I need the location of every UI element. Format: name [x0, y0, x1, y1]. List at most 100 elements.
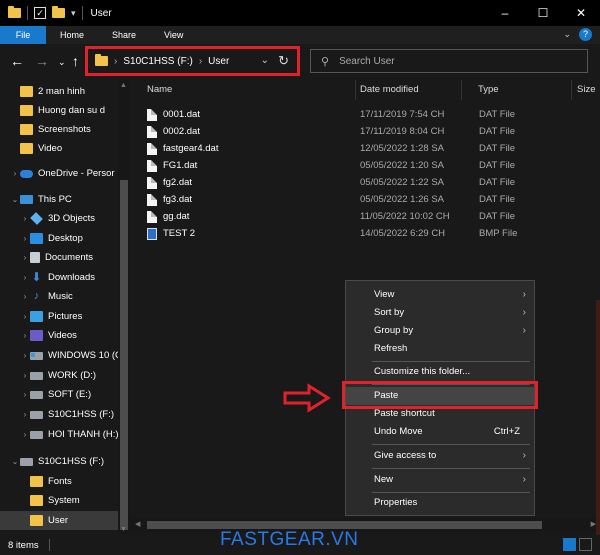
file-row[interactable]: TEST 2 14/05/2022 6:29 CH BMP File — [147, 225, 587, 242]
file-row[interactable]: gg.dat 11/05/2022 10:02 CH DAT File — [147, 208, 587, 225]
file-name: gg.dat — [163, 211, 190, 222]
expand-chevron-icon[interactable]: › — [20, 371, 30, 380]
sidebar-item-3d-objects[interactable]: › 3D Objects — [0, 209, 118, 228]
search-input[interactable] — [339, 55, 540, 67]
sidebar-item-this-pc[interactable]: ⌄ This PC — [0, 190, 118, 209]
column-header-name[interactable]: Name — [131, 80, 356, 100]
search-box[interactable]: ⚲ — [310, 49, 588, 73]
expand-chevron-icon[interactable]: › — [20, 214, 30, 223]
help-icon[interactable]: ? — [579, 28, 592, 41]
address-bar[interactable]: › S10C1HSS (F:) › User ⌄ ↻ — [85, 46, 300, 76]
sidebar-item-windows-c[interactable]: › WINDOWS 10 (C — [0, 346, 118, 365]
back-arrow-icon[interactable]: ← — [10, 53, 24, 69]
collapse-chevron-icon[interactable]: ⌄ — [10, 457, 20, 466]
menu-item-new[interactable]: New › — [346, 471, 534, 489]
sidebar-item-system[interactable]: System — [0, 491, 118, 510]
menu-item-customize-folder[interactable]: Customize this folder... — [346, 363, 534, 381]
details-view-icon[interactable] — [563, 538, 576, 551]
close-button[interactable]: ✕ — [562, 0, 600, 26]
menu-item-give-access[interactable]: Give access to › — [346, 447, 534, 465]
sidebar-item-pictures[interactable]: › Pictures — [0, 307, 118, 326]
sidebar-item-desktop[interactable]: › Desktop — [0, 229, 118, 248]
breadcrumb-separator-icon[interactable]: › — [114, 56, 117, 67]
expand-chevron-icon[interactable]: › — [20, 430, 30, 439]
file-icon — [147, 108, 157, 121]
expand-chevron-icon[interactable]: › — [20, 253, 30, 262]
forward-arrow-icon[interactable]: → — [35, 53, 49, 69]
sidebar-item-work-d[interactable]: › WORK (D:) — [0, 366, 118, 385]
breadcrumb-separator-icon[interactable]: › — [199, 56, 202, 67]
maximize-button[interactable]: ☐ — [524, 0, 562, 26]
sidebar-item-video[interactable]: Video — [0, 139, 118, 158]
file-row[interactable]: fg2.dat 05/05/2022 1:22 SA DAT File — [147, 174, 587, 191]
sidebar-item-onedrive[interactable]: › OneDrive - Persor — [0, 164, 118, 183]
scrollbar-thumb[interactable] — [120, 180, 128, 530]
tab-view[interactable]: View — [150, 26, 197, 44]
scroll-left-icon[interactable]: ◀ — [135, 520, 140, 528]
properties-check-icon[interactable]: ✓ — [34, 7, 46, 19]
column-header-date[interactable]: Date modified — [344, 80, 462, 100]
sidebar-item-hoi-thanh-h[interactable]: › HOI THANH (H:) — [0, 425, 118, 444]
large-icons-view-icon[interactable] — [579, 538, 592, 551]
scroll-up-icon[interactable]: ▲ — [120, 82, 127, 89]
sidebar-scrollbar[interactable]: ▲ ▼ — [118, 80, 130, 535]
sidebar-item-videos[interactable]: › Videos — [0, 326, 118, 345]
tab-share[interactable]: Share — [98, 26, 150, 44]
file-row[interactable]: 0002.dat 17/11/2019 8:04 CH DAT File — [147, 123, 587, 140]
sidebar-item-label: Videos — [48, 330, 77, 341]
sidebar-item-screenshots[interactable]: Screenshots — [0, 120, 118, 139]
file-type: DAT File — [479, 109, 516, 120]
submenu-arrow-icon: › — [522, 450, 526, 461]
menu-item-undo-move[interactable]: Undo Move Ctrl+Z — [346, 423, 534, 441]
tab-home[interactable]: Home — [46, 26, 98, 44]
menu-item-view[interactable]: View › — [346, 286, 534, 304]
file-row[interactable]: fastgear4.dat 12/05/2022 1:28 SA DAT Fil… — [147, 140, 587, 157]
minimize-button[interactable]: – — [486, 0, 524, 26]
quick-access-dropdown-icon[interactable]: ▾ — [71, 8, 76, 19]
expand-chevron-icon[interactable]: › — [20, 390, 30, 399]
expand-ribbon-icon[interactable]: ⌄ — [563, 29, 571, 40]
sidebar-item-documents[interactable]: › Documents — [0, 248, 118, 267]
column-header-size[interactable]: Size — [561, 80, 600, 100]
breadcrumb-drive[interactable]: S10C1HSS (F:) — [123, 56, 192, 67]
expand-chevron-icon[interactable]: › — [20, 292, 30, 301]
column-header-type[interactable]: Type — [462, 80, 572, 100]
new-folder-icon[interactable] — [52, 6, 65, 18]
expand-chevron-icon[interactable]: › — [20, 312, 30, 321]
expand-chevron-icon[interactable]: › — [20, 351, 30, 360]
sidebar-item-soft-e[interactable]: › SOFT (E:) — [0, 385, 118, 404]
recent-locations-icon[interactable]: ⌄ — [58, 57, 66, 68]
sidebar-item-s10c1hss-root[interactable]: ⌄ S10C1HSS (F:) — [0, 452, 118, 471]
sidebar-item-s10c1hss-f[interactable]: › S10C1HSS (F:) — [0, 405, 118, 424]
menu-item-refresh[interactable]: Refresh — [346, 340, 534, 358]
file-row[interactable]: FG1.dat 05/05/2022 1:20 SA DAT File — [147, 157, 587, 174]
tab-file[interactable]: File — [0, 26, 46, 44]
sidebar-item-music[interactable]: › ♪ Music — [0, 287, 118, 306]
expand-chevron-icon[interactable]: › — [20, 410, 30, 419]
breadcrumb-folder[interactable]: User — [208, 56, 229, 67]
menu-item-label: New — [374, 474, 394, 485]
address-dropdown-icon[interactable]: ⌄ — [261, 55, 269, 66]
file-row[interactable]: 0001.dat 17/11/2019 7:54 CH DAT File — [147, 106, 587, 123]
expand-chevron-icon[interactable]: › — [20, 331, 30, 340]
sidebar-item-label: User — [48, 515, 69, 526]
menu-item-group-by[interactable]: Group by › — [346, 322, 534, 340]
sidebar-item-huong-dan[interactable]: Huong dan su d — [0, 101, 118, 120]
menu-item-properties[interactable]: Properties — [346, 494, 534, 512]
collapse-chevron-icon[interactable]: ⌄ — [10, 195, 20, 204]
scroll-down-icon[interactable]: ▼ — [120, 526, 127, 533]
menu-item-sort-by[interactable]: Sort by › — [346, 304, 534, 322]
sidebar-item-user[interactable]: User — [0, 511, 118, 530]
refresh-icon[interactable]: ↻ — [278, 53, 289, 69]
up-arrow-icon[interactable]: ↑ — [72, 53, 79, 69]
expand-chevron-icon[interactable]: › — [20, 234, 30, 243]
file-row[interactable]: fg3.dat 05/05/2022 1:26 SA DAT File — [147, 191, 587, 208]
expand-chevron-icon[interactable]: › — [20, 273, 30, 282]
horizontal-scrollbar[interactable]: ◀ ▶ — [131, 518, 600, 532]
sidebar-item-fonts[interactable]: Fonts — [0, 472, 118, 491]
sidebar-item-downloads[interactable]: › ⬇ Downloads — [0, 268, 118, 287]
expand-chevron-icon[interactable]: › — [10, 169, 20, 178]
drive-icon — [30, 430, 43, 439]
sidebar-item-2-man-hinh[interactable]: 2 man hinh — [0, 82, 118, 101]
scrollbar-thumb[interactable] — [147, 521, 542, 529]
